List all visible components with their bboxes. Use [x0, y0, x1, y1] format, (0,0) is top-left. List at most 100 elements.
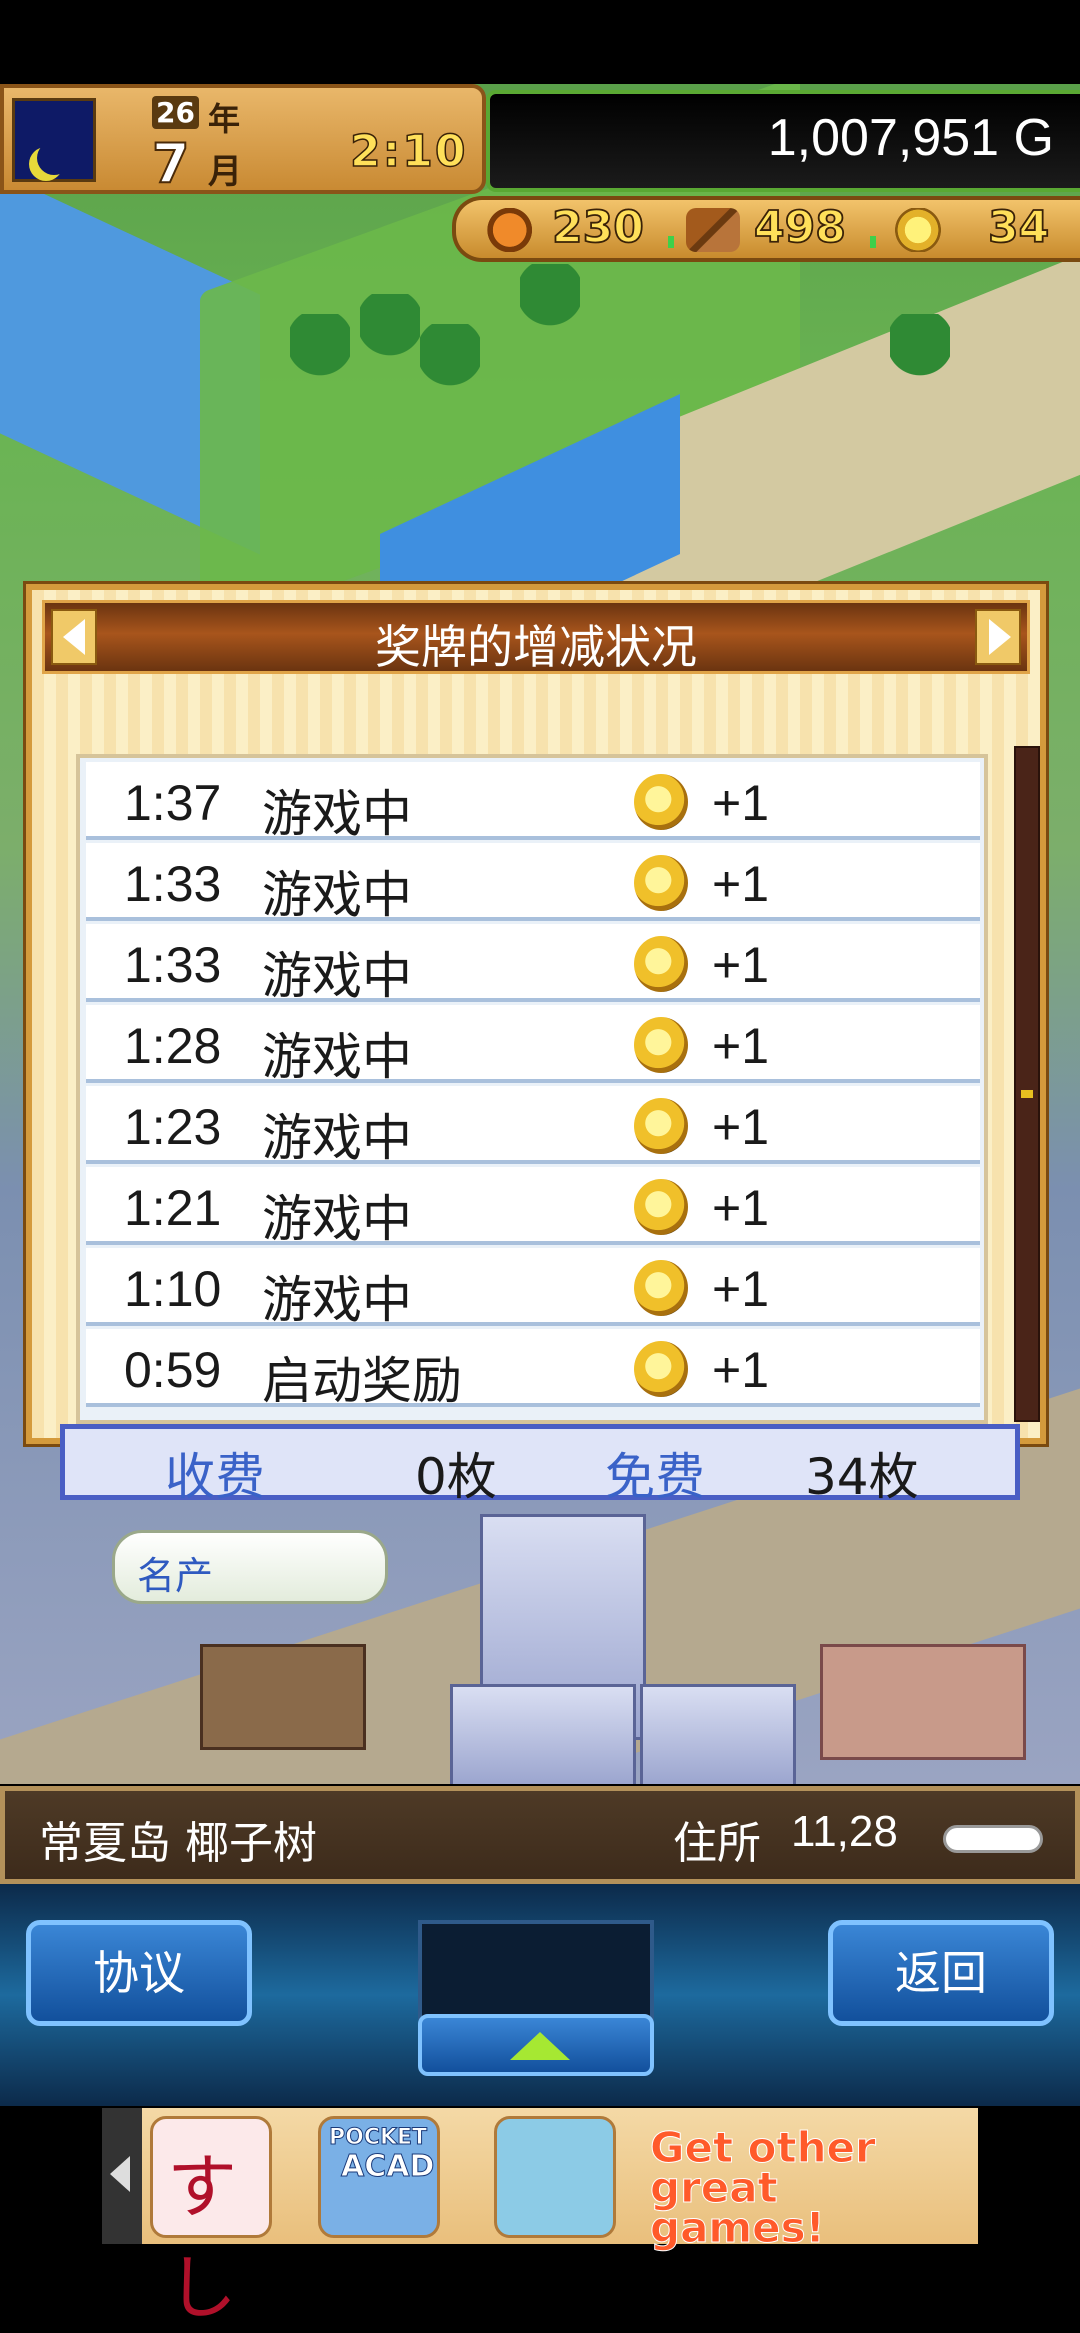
specialty-bubble[interactable]: 名产 [112, 1530, 388, 1604]
money-panel: 1,007,951 G [486, 90, 1080, 192]
entry-amount: +1 [712, 1342, 770, 1398]
entry-time: 1:28 [124, 1018, 222, 1074]
app-title: POCKET [328, 2125, 428, 2151]
arrow-left-icon [110, 2156, 130, 2192]
agreement-button[interactable]: 协议 [26, 1920, 252, 2026]
address-value: 11,28 [791, 1807, 898, 1856]
list-item: 1:37 游戏中 +1 [86, 762, 980, 843]
paid-value: 0枚 [415, 1448, 497, 1506]
entry-time: 0:59 [124, 1342, 222, 1398]
medal-value: 34 [987, 201, 1050, 254]
building [820, 1644, 1026, 1760]
entry-amount: +1 [712, 856, 770, 912]
food-indicator [668, 236, 674, 248]
entry-amount: +1 [712, 1018, 770, 1074]
open-menu-button[interactable] [418, 2014, 654, 2076]
list-item: 1:33 游戏中 +1 [86, 924, 980, 1005]
entry-time: 1:37 [124, 775, 222, 831]
bottom-controls: 协议 返回 [0, 1884, 1080, 2106]
list-item: 1:10 游戏中 +1 [86, 1248, 980, 1329]
resource-bar: 230 498 34 [452, 196, 1080, 262]
ad-prev-button[interactable] [102, 2108, 142, 2244]
month-unit: 月 [208, 152, 242, 192]
entry-label: 游戏中 [262, 1109, 412, 1167]
entry-label: 游戏中 [262, 866, 412, 924]
free-label: 免费 [605, 1448, 705, 1506]
list-item: 1:23 游戏中 +1 [86, 1086, 980, 1167]
next-page-button[interactable] [975, 609, 1021, 665]
entry-label: 游戏中 [262, 1271, 412, 1329]
app-title: すし [167, 2146, 237, 2329]
medal-icon [634, 1098, 688, 1154]
tree-icon [360, 294, 420, 374]
ad-app-sushi[interactable]: すし [150, 2116, 272, 2329]
dialog-title-bar: 奖牌的增减状况 [42, 600, 1030, 674]
date-panel: 26 年 7 月 2:10 [0, 84, 486, 196]
address-label: 住所 [673, 1818, 761, 1869]
medal-icon [634, 1341, 688, 1397]
paid-label: 收费 [165, 1448, 265, 1506]
bubble-text: 名产 [137, 1554, 214, 1598]
moon-icon [37, 141, 71, 175]
entry-amount: +1 [712, 937, 770, 993]
medal-icon [894, 208, 942, 252]
entry-label: 游戏中 [262, 785, 412, 843]
list-item: 1:33 游戏中 +1 [86, 843, 980, 924]
medal-summary-bar: 收费 0枚 免费 34枚 [60, 1424, 1020, 1506]
medal-icon [634, 855, 688, 911]
ad-app-pocket-academy[interactable]: POCKET ACAD [318, 2116, 440, 2238]
wood-icon [686, 208, 740, 252]
medal-history-dialog: 奖牌的增减状况 1:37 游戏中 +1 1:33 游戏中 +1 1:33 游戏中… [26, 584, 1046, 1444]
medal-history-list[interactable]: 1:37 游戏中 +1 1:33 游戏中 +1 1:33 游戏中 +1 1:28… [76, 754, 988, 1424]
food-value: 230 [551, 201, 645, 254]
entry-label: 游戏中 [262, 947, 412, 1005]
arrow-up-icon [510, 2032, 570, 2060]
tree-icon [420, 324, 480, 404]
wood-value: 498 [753, 201, 847, 254]
dialog-title: 奖牌的增减状况 [375, 620, 697, 674]
back-button[interactable]: 返回 [828, 1920, 1054, 2026]
medal-icon [634, 1179, 688, 1235]
location-bar: 常夏岛 椰子树 住所 11,28 [0, 1786, 1080, 1884]
palm-tree-icon [890, 314, 950, 394]
entry-label: 游戏中 [262, 1190, 412, 1248]
app-title: ACAD [340, 2149, 435, 2185]
entry-amount: +1 [712, 1261, 770, 1317]
ad-app-castle[interactable] [494, 2116, 616, 2238]
list-item: 1:21 游戏中 +1 [86, 1167, 980, 1248]
year-unit: 年 [208, 100, 241, 138]
arrow-right-icon [989, 619, 1011, 655]
entry-time: 1:10 [124, 1261, 222, 1317]
medal-icon [634, 1260, 688, 1316]
list-scrollbar[interactable] [1014, 746, 1040, 1422]
tree-icon [520, 264, 580, 344]
entry-time: 1:33 [124, 856, 222, 912]
night-sky-icon [12, 98, 96, 182]
list-item: 1:28 游戏中 +1 [86, 1005, 980, 1086]
game-clock: 2:10 [349, 125, 468, 178]
tree-icon [290, 314, 350, 394]
scrollbar-thumb[interactable] [1021, 1090, 1033, 1098]
list-item: 0:59 启动奖励 +1 [86, 1329, 980, 1410]
food-icon [480, 208, 534, 252]
ad-cta-text[interactable]: Get other great games! [650, 2126, 950, 2249]
location-name: 常夏岛 椰子树 [39, 1818, 317, 1869]
medal-icon [634, 936, 688, 992]
free-value: 34枚 [805, 1448, 919, 1506]
building [450, 1684, 636, 1784]
year-value: 26 [152, 96, 199, 129]
shop-building [200, 1644, 366, 1750]
entry-time: 1:33 [124, 937, 222, 993]
building [640, 1684, 796, 1784]
entry-time: 1:23 [124, 1099, 222, 1155]
entry-amount: +1 [712, 1180, 770, 1236]
entry-amount: +1 [712, 1099, 770, 1155]
entry-time: 1:21 [124, 1180, 222, 1236]
status-gauge [943, 1825, 1043, 1853]
menu-preview-window [418, 1920, 654, 2020]
entry-label: 启动奖励 [262, 1352, 462, 1410]
entry-amount: +1 [712, 775, 770, 831]
medal-icon [634, 774, 688, 830]
medal-icon [634, 1017, 688, 1073]
wood-indicator [870, 236, 876, 248]
